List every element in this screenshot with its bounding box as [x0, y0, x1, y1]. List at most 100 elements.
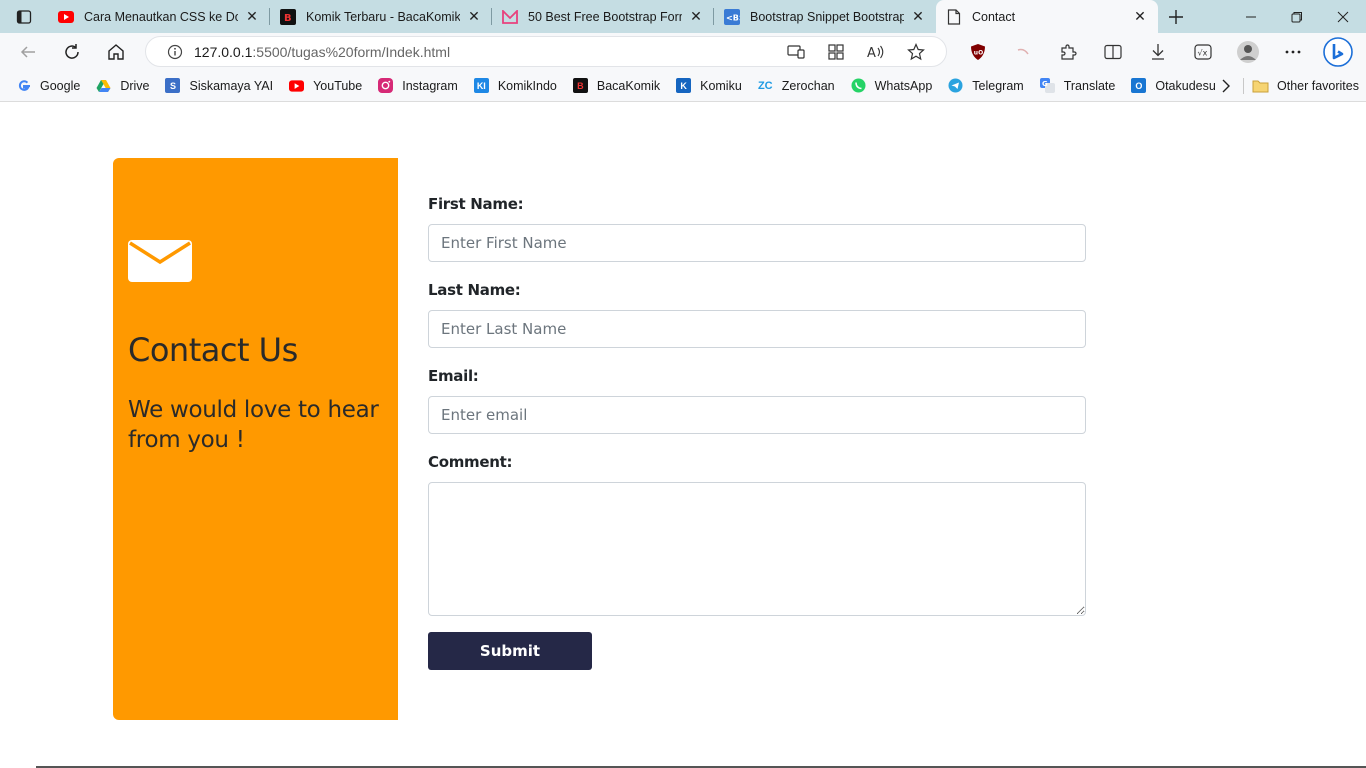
bing-icon: [1322, 36, 1353, 67]
back-button[interactable]: [10, 36, 46, 68]
bookmark-siskamaya[interactable]: S Siskamaya YAI: [157, 73, 281, 99]
restore-icon: [1291, 11, 1302, 22]
copilot-button[interactable]: [1315, 33, 1360, 70]
komiku-icon: K: [676, 78, 692, 93]
math-solver-button[interactable]: √x: [1180, 33, 1225, 70]
close-window-button[interactable]: [1320, 0, 1366, 33]
comment-textarea[interactable]: [428, 482, 1086, 616]
email-input[interactable]: [428, 396, 1086, 434]
bookmark-label: YouTube: [313, 78, 363, 93]
window-controls: [1228, 0, 1366, 33]
bookmark-label: Zerochan: [781, 78, 835, 93]
tab-actions-button[interactable]: [0, 0, 48, 33]
extension-icons: uO √x: [955, 33, 1360, 70]
bookmark-komikindo[interactable]: KI KomikIndo: [466, 73, 565, 99]
close-icon[interactable]: ✕: [910, 8, 926, 25]
tab-bootsnipp[interactable]: <B> Bootstrap Snippet Bootstrap ✕: [714, 0, 936, 33]
tab-title: Contact: [972, 9, 1016, 24]
address-bar[interactable]: 127.0.0.1:5500/tugas%20form/Indek.html A: [145, 36, 947, 67]
bookmark-label: Drive: [120, 78, 150, 93]
close-icon[interactable]: ✕: [244, 8, 260, 25]
tab-bacakomik[interactable]: B Komik Terbaru - BacaKomik ✕: [270, 0, 492, 33]
bookmark-telegram[interactable]: Telegram: [940, 73, 1031, 99]
reload-button[interactable]: [54, 36, 90, 68]
contact-title: Contact Us: [128, 331, 298, 369]
home-button[interactable]: [98, 36, 134, 68]
google-icon: [16, 78, 31, 93]
split-screen-button[interactable]: [1090, 33, 1135, 70]
contact-panel: Contact Us We would love to hear from yo…: [113, 158, 398, 720]
bookmark-google[interactable]: Google: [8, 73, 88, 99]
tab-youtube[interactable]: Cara Menautkan CSS ke Doku ✕: [48, 0, 270, 33]
profile-button[interactable]: [1225, 33, 1270, 70]
info-icon[interactable]: [160, 44, 190, 60]
more-icon: [1285, 50, 1300, 53]
tab-contact[interactable]: Contact ✕: [936, 0, 1158, 33]
page-icon: [946, 8, 962, 25]
app-available-button[interactable]: [776, 37, 816, 66]
instagram-icon: [378, 78, 394, 93]
whatsapp-icon: [851, 78, 866, 93]
comment-label: Comment:: [428, 453, 513, 471]
translate-icon: G: [1039, 78, 1055, 93]
first-name-input[interactable]: [428, 224, 1086, 262]
bookmarks-divider: [1243, 78, 1244, 94]
bookmark-whatsapp[interactable]: WhatsApp: [843, 73, 941, 99]
bookmark-label: Telegram: [972, 78, 1024, 93]
other-favorites-folder[interactable]: Other favorites: [1252, 70, 1359, 102]
other-favorites-label: Other favorites: [1277, 79, 1359, 93]
extension-button[interactable]: [1000, 33, 1045, 70]
new-tab-button[interactable]: [1158, 0, 1194, 33]
star-icon: [907, 42, 925, 60]
bookmark-youtube[interactable]: YouTube: [281, 73, 370, 99]
read-aloud-button[interactable]: A: [856, 37, 896, 66]
extensions-button[interactable]: [1045, 33, 1090, 70]
bookmark-label: Otakudesu: [1155, 78, 1216, 93]
bookmark-label: Komiku: [700, 78, 742, 93]
bookmark-komiku[interactable]: K Komiku: [668, 73, 750, 99]
siskamaya-icon: S: [165, 78, 181, 93]
bookmark-otakudesu[interactable]: O Otakudesu: [1123, 73, 1223, 99]
contact-subtitle: We would love to hear from you !: [128, 397, 379, 453]
email-label: Email:: [428, 367, 479, 385]
bookmark-label: Siskamaya YAI: [189, 78, 274, 93]
bacakomik-icon: B: [280, 8, 296, 25]
url-path: :5500/tugas%20form/Indek.html: [252, 43, 451, 60]
chevron-right-icon: [1222, 79, 1230, 93]
bookmark-bacakomik[interactable]: B BacaKomik: [565, 73, 668, 99]
otakudesu-icon: O: [1131, 78, 1147, 93]
bookmark-translate[interactable]: G Translate: [1032, 73, 1124, 99]
close-icon[interactable]: ✕: [688, 8, 704, 25]
downloads-button[interactable]: [1135, 33, 1180, 70]
bookmark-label: WhatsApp: [874, 78, 933, 93]
url-text[interactable]: 127.0.0.1:5500/tugas%20form/Indek.html: [194, 44, 450, 60]
bookmark-label: Instagram: [402, 78, 458, 93]
tab-strip: Cara Menautkan CSS ke Doku ✕ B Komik Ter…: [0, 0, 1366, 33]
youtube-icon: [289, 78, 305, 93]
ublock-extension-button[interactable]: uO: [955, 33, 1000, 70]
close-icon[interactable]: ✕: [1132, 8, 1148, 25]
split-screen-icon: [1103, 44, 1122, 59]
more-menu-button[interactable]: [1270, 33, 1315, 70]
bookmark-drive[interactable]: Drive: [88, 73, 157, 99]
svg-text:√x: √x: [1197, 48, 1207, 57]
tab-bootstrap-forms[interactable]: 50 Best Free Bootstrap Form ✕: [492, 0, 714, 33]
close-icon[interactable]: ✕: [466, 8, 482, 25]
bookmark-zerochan[interactable]: ZC Zerochan: [750, 73, 843, 99]
bookmark-label: KomikIndo: [497, 78, 557, 93]
favorite-star-button[interactable]: [896, 37, 936, 66]
bookmarks-overflow-button[interactable]: [1212, 70, 1240, 102]
colorlib-icon: [502, 9, 518, 25]
bookmark-instagram[interactable]: Instagram: [370, 73, 466, 99]
svg-text:<B>: <B>: [726, 13, 740, 22]
tab-title: Bootstrap Snippet Bootstrap: [750, 9, 904, 24]
grid-icon: [828, 43, 844, 60]
url-host: 127.0.0.1: [194, 43, 253, 60]
last-name-input[interactable]: [428, 310, 1086, 348]
submit-button[interactable]: Submit: [428, 632, 592, 670]
extensions-in-bar-button[interactable]: [816, 37, 856, 66]
zerochan-icon: ZC: [757, 79, 773, 92]
svg-text:G: G: [1042, 80, 1048, 88]
restore-button[interactable]: [1274, 0, 1320, 33]
minimize-button[interactable]: [1228, 0, 1274, 33]
